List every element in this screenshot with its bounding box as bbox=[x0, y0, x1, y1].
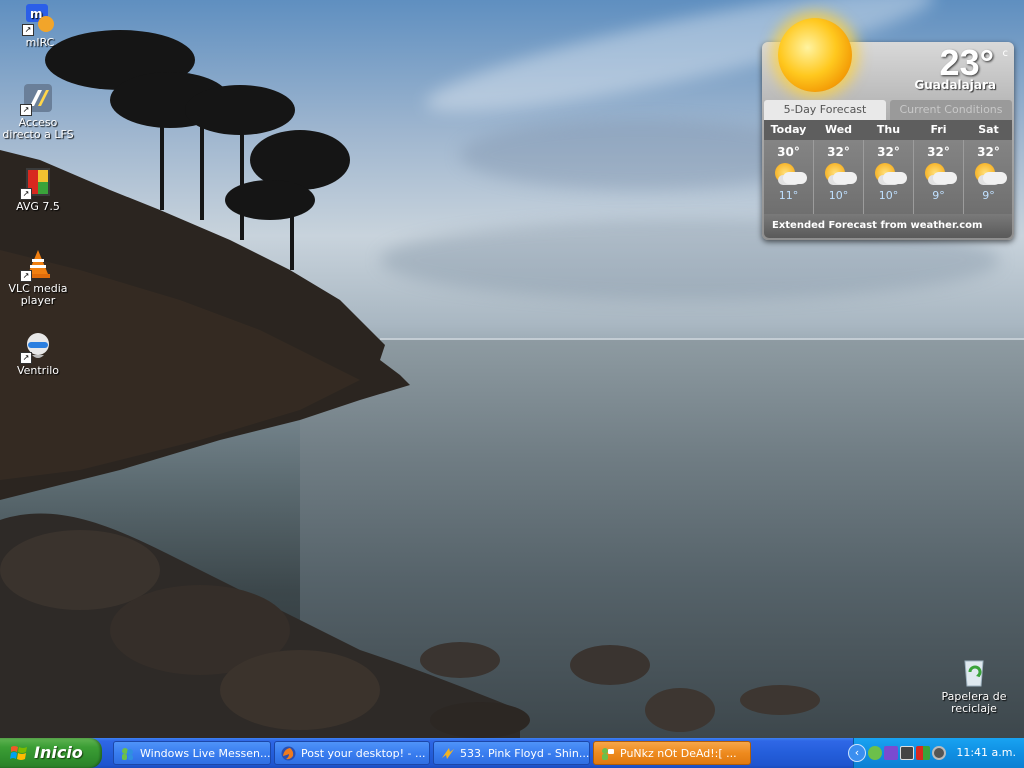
day-name: Fri bbox=[930, 123, 947, 136]
taskbar-button-messenger[interactable]: Windows Live Messen... bbox=[113, 741, 271, 765]
lfs-icon: ↗ bbox=[20, 82, 54, 116]
recycle-bin-icon bbox=[958, 656, 990, 688]
desktop-icon-mirc[interactable]: m ↗ mIRC bbox=[2, 2, 78, 49]
forecast-day: Wed 32° 10° bbox=[814, 120, 863, 214]
taskbar-button-label: PuNkz nOt DeAd!:[ ... bbox=[620, 747, 737, 760]
desktop-icon-label: Papelera de reciclaje bbox=[941, 690, 1007, 715]
day-name: Sat bbox=[978, 123, 999, 136]
taskbar-button-winamp[interactable]: 533. Pink Floyd - Shin... bbox=[433, 741, 590, 765]
forecast-day: Thu 32° 10° bbox=[864, 120, 913, 214]
start-button[interactable]: Inicio bbox=[0, 738, 102, 768]
low-temp: 11° bbox=[778, 189, 799, 202]
tab-current-conditions[interactable]: Current Conditions bbox=[890, 100, 1012, 120]
desktop-icon-recycle-bin[interactable]: Papelera de reciclaje bbox=[936, 656, 1012, 715]
high-temp: 32° bbox=[827, 145, 850, 159]
weather-tabs: 5-Day Forecast Current Conditions bbox=[764, 100, 1012, 120]
avg-icon: ↗ bbox=[20, 166, 54, 200]
taskbar-button-firefox[interactable]: Post your desktop! - ... bbox=[274, 741, 430, 765]
firefox-icon bbox=[281, 746, 296, 761]
desktop-icon-ventrilo[interactable]: ↗ Ventrilo bbox=[0, 330, 76, 377]
high-temp: 32° bbox=[927, 145, 950, 159]
low-temp: 9° bbox=[932, 189, 945, 202]
windows-flag-icon bbox=[10, 746, 27, 760]
messenger-chat-icon bbox=[602, 748, 614, 760]
forecast-day: Today 30° 11° bbox=[764, 120, 813, 214]
partly-cloudy-icon bbox=[871, 162, 907, 186]
partly-cloudy-icon bbox=[971, 162, 1007, 186]
tab-5-day-forecast[interactable]: 5-Day Forecast bbox=[764, 100, 886, 120]
desktop-icon-vlc[interactable]: ↗ VLC media player bbox=[0, 248, 76, 307]
foreground-rocks bbox=[0, 513, 820, 738]
day-name: Wed bbox=[824, 123, 853, 136]
forecast-day: Fri 32° 9° bbox=[914, 120, 963, 214]
volume-tray-icon[interactable] bbox=[932, 746, 946, 760]
desktop-icon-label: Acceso directo a LFS bbox=[2, 116, 74, 141]
messenger-icon bbox=[122, 748, 133, 760]
avg-tray-icon[interactable] bbox=[916, 746, 930, 760]
partly-cloudy-icon bbox=[771, 162, 807, 186]
sunny-icon bbox=[778, 18, 852, 92]
city-name: Guadalajara bbox=[914, 78, 996, 92]
taskbar-button-label: Post your desktop! - ... bbox=[301, 747, 426, 760]
horizon bbox=[380, 338, 1024, 340]
low-temp: 10° bbox=[828, 189, 849, 202]
desktop-icon-label: AVG 7.5 bbox=[16, 200, 60, 213]
mirc-icon: m ↗ bbox=[22, 2, 56, 36]
taskbar: Inicio Windows Live Messen... Post your … bbox=[0, 738, 1024, 768]
desktop-icon-lfs[interactable]: ↗ Acceso directo a LFS bbox=[0, 82, 76, 141]
taskbar-button-label: Windows Live Messen... bbox=[140, 747, 271, 760]
desktop-icon-label: Ventrilo bbox=[16, 364, 60, 377]
vlc-icon: ↗ bbox=[20, 248, 54, 282]
forecast-day: Sat 32° 9° bbox=[964, 120, 1013, 214]
weather-gadget[interactable]: 23° c Guadalajara 5-Day Forecast Current… bbox=[762, 18, 1014, 240]
day-name: Thu bbox=[876, 123, 901, 136]
desktop-icon-avg[interactable]: ↗ AVG 7.5 bbox=[0, 166, 76, 213]
taskbar-button-messenger-chat[interactable]: PuNkz nOt DeAd!:[ ... bbox=[593, 741, 751, 765]
partly-cloudy-icon bbox=[821, 162, 857, 186]
low-temp: 10° bbox=[878, 189, 899, 202]
low-temp: 9° bbox=[982, 189, 995, 202]
desktop-icon-label: VLC media player bbox=[8, 282, 68, 307]
high-temp: 32° bbox=[977, 145, 1000, 159]
temperature-unit: c bbox=[1002, 48, 1009, 59]
day-name: Today bbox=[770, 123, 807, 136]
system-tray: ‹ 11:41 a.m. bbox=[848, 738, 1024, 768]
ventrilo-icon: ↗ bbox=[20, 330, 54, 364]
winamp-icon bbox=[442, 748, 454, 759]
high-temp: 30° bbox=[777, 145, 800, 159]
clock[interactable]: 11:41 a.m. bbox=[956, 746, 1016, 759]
start-label: Inicio bbox=[34, 743, 83, 762]
network-tray-icon[interactable] bbox=[884, 746, 898, 760]
chevron-left-icon[interactable]: ‹ bbox=[848, 744, 866, 762]
extended-forecast-link[interactable]: Extended Forecast from weather.com bbox=[764, 214, 1012, 238]
taskbar-button-label: 533. Pink Floyd - Shin... bbox=[460, 747, 590, 760]
high-temp: 32° bbox=[877, 145, 900, 159]
partly-cloudy-icon bbox=[921, 162, 957, 186]
messenger-tray-icon[interactable] bbox=[868, 746, 882, 760]
desktop-icon-label: mIRC bbox=[25, 36, 55, 49]
app-tray-icon[interactable] bbox=[900, 746, 914, 760]
